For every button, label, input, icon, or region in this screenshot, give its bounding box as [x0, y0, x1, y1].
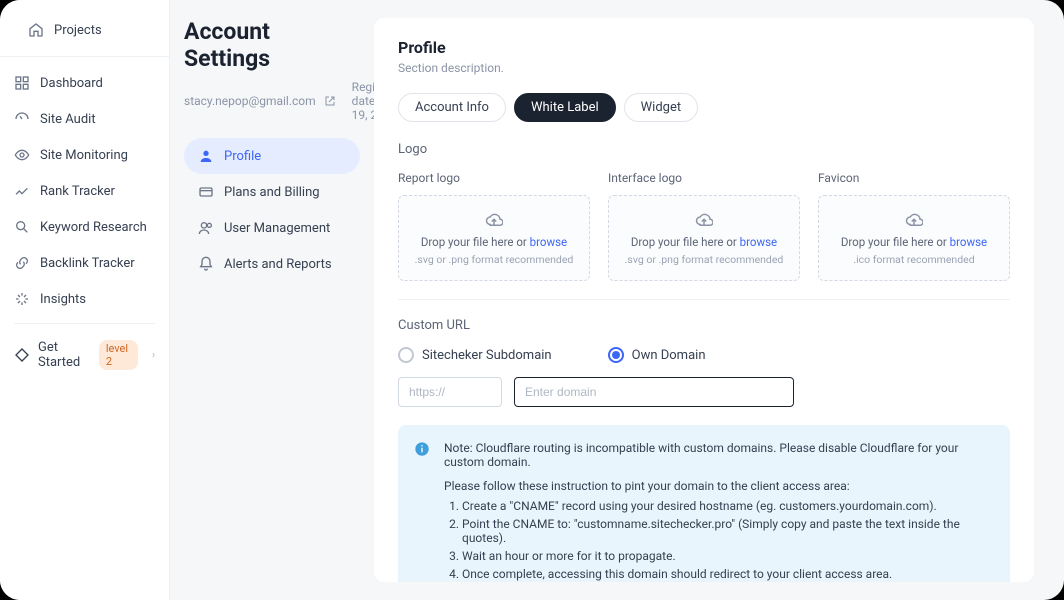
- sidebar-separator: [14, 323, 155, 324]
- tab-account-info[interactable]: Account Info: [398, 93, 506, 122]
- bell-icon: [198, 256, 214, 272]
- radio-unselected-icon: [398, 347, 414, 363]
- sidebar-site-monitoring[interactable]: Site Monitoring: [0, 137, 169, 173]
- favicon-dropzone[interactable]: Drop your file here or browse .ico forma…: [818, 195, 1010, 281]
- account-email: stacy.nepop@gmail.com: [184, 94, 316, 108]
- note-heading: Note: Cloudflare routing is incompatible…: [444, 441, 992, 469]
- primary-sidebar: Projects Dashboard Site Audit Site Monit…: [0, 0, 170, 600]
- subnav-user-management[interactable]: User Management: [184, 210, 360, 246]
- sidebar-backlink-tracker[interactable]: Backlink Tracker: [0, 245, 169, 281]
- search-icon: [14, 219, 30, 235]
- diamond-icon: [14, 347, 30, 363]
- eye-icon: [14, 147, 30, 163]
- sidebar-item-label: Site Monitoring: [40, 148, 128, 163]
- tab-widget[interactable]: Widget: [624, 93, 698, 122]
- drop-hint: .svg or .png format recommended: [415, 253, 574, 266]
- chevron-right-icon: ›: [152, 350, 155, 361]
- gauge-icon: [14, 111, 30, 127]
- sidebar-item-label: Insights: [40, 292, 86, 307]
- subnav-label: User Management: [224, 221, 330, 236]
- card-icon: [198, 184, 214, 200]
- users-icon: [198, 220, 214, 236]
- sidebar-projects-label: Projects: [54, 23, 102, 38]
- report-logo-dropzone[interactable]: Drop your file here or browse .svg or .p…: [398, 195, 590, 281]
- drop-text: Drop your file here or browse: [841, 235, 987, 249]
- link-icon: [14, 255, 30, 271]
- radio-own-domain[interactable]: Own Domain: [608, 347, 706, 363]
- browse-link[interactable]: browse: [740, 235, 777, 249]
- interface-logo-label: Interface logo: [608, 171, 800, 185]
- cloudflare-note: Note: Cloudflare routing is incompatible…: [398, 425, 1010, 582]
- profile-panel: Profile Section description. Account Inf…: [374, 18, 1034, 582]
- sidebar-site-audit[interactable]: Site Audit: [0, 101, 169, 137]
- upload-icon: [485, 211, 503, 229]
- note-intro: Please follow these instruction to pint …: [444, 479, 992, 493]
- upload-icon: [905, 211, 923, 229]
- trend-icon: [14, 183, 30, 199]
- interface-logo-dropzone[interactable]: Drop your file here or browse .svg or .p…: [608, 195, 800, 281]
- favicon-label: Favicon: [818, 171, 1010, 185]
- radio-label: Sitecheker Subdomain: [422, 348, 552, 363]
- note-step: Wait an hour or more for it to propagate…: [462, 549, 992, 563]
- subnav-label: Alerts and Reports: [224, 257, 332, 272]
- drop-text: Drop your file here or browse: [631, 235, 777, 249]
- sidebar-keyword-research[interactable]: Keyword Research: [0, 209, 169, 245]
- settings-subnav: Profile Plans and Billing User Managemen…: [184, 138, 360, 282]
- page-title: Account Settings: [184, 18, 360, 72]
- dashboard-icon: [14, 75, 30, 91]
- sidebar-insights[interactable]: Insights: [0, 281, 169, 317]
- note-step: Point the CNAME to: "customname.sitechec…: [462, 517, 992, 545]
- user-icon: [198, 148, 214, 164]
- tab-white-label[interactable]: White Label: [514, 93, 616, 122]
- radio-sitechecker-subdomain[interactable]: Sitecheker Subdomain: [398, 347, 552, 363]
- sidebar-item-label: Rank Tracker: [40, 184, 115, 199]
- sparkle-icon: [14, 291, 30, 307]
- sidebar-item-label: Site Audit: [40, 112, 96, 127]
- drop-hint: .svg or .png format recommended: [625, 253, 784, 266]
- subnav-plans-billing[interactable]: Plans and Billing: [184, 174, 360, 210]
- panel-description: Section description.: [398, 61, 1010, 75]
- sidebar-item-label: Keyword Research: [40, 220, 147, 235]
- subnav-profile[interactable]: Profile: [184, 138, 360, 174]
- custom-url-label: Custom URL: [398, 318, 1010, 333]
- browse-link[interactable]: browse: [950, 235, 987, 249]
- subnav-alerts-reports[interactable]: Alerts and Reports: [184, 246, 360, 282]
- subnav-label: Profile: [224, 149, 261, 164]
- browse-link[interactable]: browse: [530, 235, 567, 249]
- sidebar-dashboard[interactable]: Dashboard: [0, 65, 169, 101]
- external-link-icon[interactable]: [324, 95, 336, 107]
- drop-hint: .ico format recommended: [853, 253, 974, 266]
- subnav-label: Plans and Billing: [224, 185, 320, 200]
- level-badge: level 2: [99, 340, 138, 370]
- sidebar-item-label: Backlink Tracker: [40, 256, 135, 271]
- note-step: Once complete, accessing this domain sho…: [462, 567, 992, 581]
- sidebar-projects[interactable]: Projects: [14, 12, 155, 48]
- house-icon: [28, 22, 44, 38]
- protocol-input[interactable]: [398, 377, 502, 407]
- note-steps: Create a "CNAME" record using your desir…: [462, 499, 992, 581]
- panel-heading: Profile: [398, 38, 1010, 57]
- account-meta: stacy.nepop@gmail.com Registration date:…: [184, 80, 360, 122]
- report-logo-label: Report logo: [398, 171, 590, 185]
- upload-icon: [695, 211, 713, 229]
- profile-tabs: Account Info White Label Widget: [398, 93, 1010, 122]
- logo-section-label: Logo: [398, 142, 1010, 157]
- info-icon: [414, 441, 430, 457]
- domain-input[interactable]: [514, 377, 794, 407]
- sidebar-item-label: Dashboard: [40, 76, 103, 91]
- section-divider: [398, 299, 1010, 300]
- drop-text: Drop your file here or browse: [421, 235, 567, 249]
- sidebar-rank-tracker[interactable]: Rank Tracker: [0, 173, 169, 209]
- note-step: Create a "CNAME" record using your desir…: [462, 499, 992, 513]
- sidebar-footer-label: Get Started: [38, 340, 91, 370]
- radio-label: Own Domain: [632, 348, 706, 363]
- radio-selected-icon: [608, 347, 624, 363]
- sidebar-get-started[interactable]: Get Started level 2 ›: [0, 330, 169, 380]
